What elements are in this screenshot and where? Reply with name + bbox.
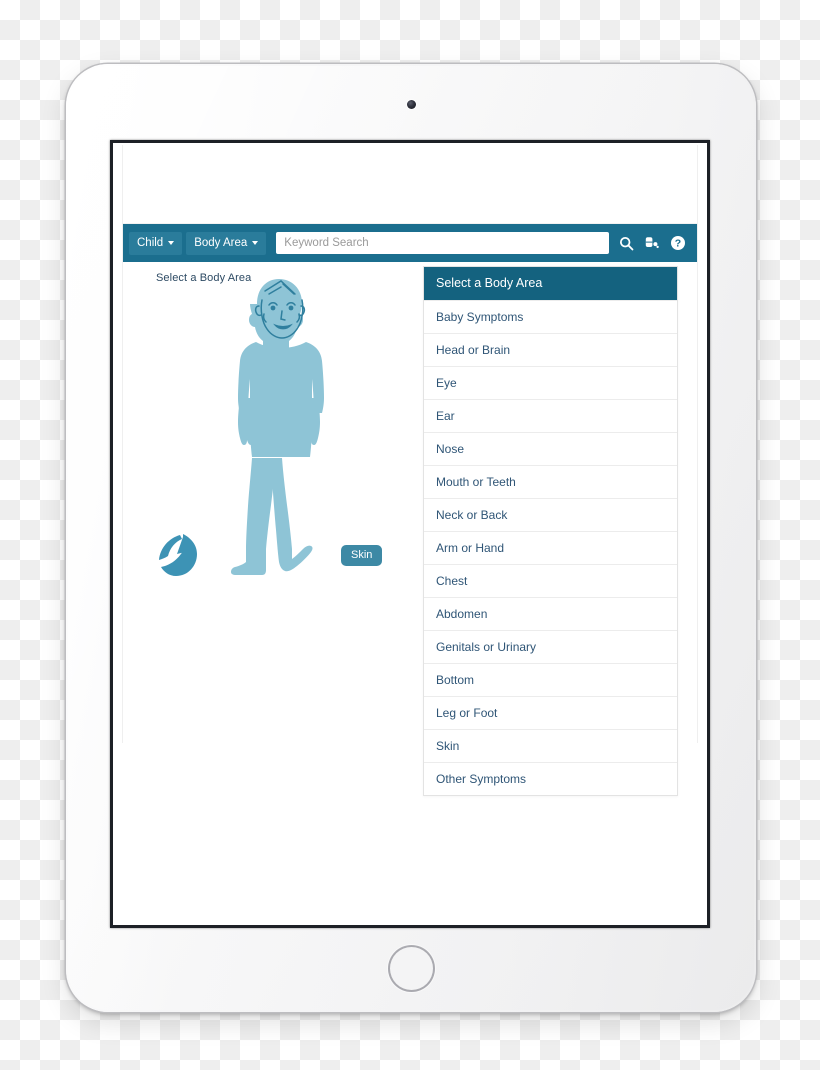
search-input[interactable]: Keyword Search	[276, 232, 609, 254]
list-item[interactable]: Skin	[424, 729, 677, 762]
list-item[interactable]: Mouth or Teeth	[424, 465, 677, 498]
screenshot-stage: Child Body Area Keyword Search ? Select …	[0, 0, 820, 1070]
list-item[interactable]: Eye	[424, 366, 677, 399]
home-button-circle-icon[interactable]	[387, 945, 435, 992]
chevron-down-icon	[168, 240, 175, 245]
skin-hotspot-button[interactable]: Skin	[341, 545, 383, 566]
audience-dropdown-label: Child	[137, 236, 164, 249]
list-item[interactable]: Leg or Foot	[424, 696, 677, 729]
list-item[interactable]: Ear	[424, 399, 677, 432]
tablet-device: Child Body Area Keyword Search ? Select …	[66, 64, 756, 1012]
search-input-placeholder: Keyword Search	[284, 237, 369, 249]
list-item[interactable]: Arm or Hand	[424, 531, 677, 564]
body-area-list: Select a Body Area Baby Symptoms Head or…	[423, 266, 678, 796]
audience-dropdown-button[interactable]: Child	[129, 231, 183, 255]
list-item[interactable]: Other Symptoms	[424, 762, 677, 795]
list-item[interactable]: Head or Brain	[424, 333, 677, 366]
body-area-dropdown-button[interactable]: Body Area	[186, 231, 267, 255]
screen-bezel: Child Body Area Keyword Search ? Select …	[110, 140, 710, 928]
list-item[interactable]: Nose	[424, 432, 677, 465]
list-item[interactable]: Genitals or Urinary	[424, 630, 677, 663]
rotate-figure-arrow-icon[interactable]	[155, 532, 199, 580]
list-item[interactable]: Bottom	[424, 663, 677, 696]
svg-text:?: ?	[675, 238, 681, 250]
search-icon[interactable]	[613, 230, 639, 256]
chevron-down-icon	[252, 240, 259, 245]
medication-pill-icon[interactable]	[639, 230, 665, 256]
body-area-dropdown-label: Body Area	[194, 236, 248, 249]
app-header-blank-area	[123, 145, 697, 224]
app-toolbar: Child Body Area Keyword Search ?	[123, 224, 697, 262]
app-content: Select a Body Area Skin Select a Body Ar…	[123, 262, 697, 796]
app-panel: Child Body Area Keyword Search ? Select …	[122, 145, 698, 796]
list-item[interactable]: Neck or Back	[424, 498, 677, 531]
list-item[interactable]: Abdomen	[424, 597, 677, 630]
child-body-figure[interactable]	[209, 270, 349, 580]
help-question-icon[interactable]: ?	[665, 230, 691, 256]
body-area-list-header: Select a Body Area	[424, 267, 677, 300]
list-item[interactable]: Chest	[424, 564, 677, 597]
list-item[interactable]: Baby Symptoms	[424, 300, 677, 333]
camera-dot-icon	[406, 100, 416, 109]
tablet-screen: Child Body Area Keyword Search ? Select …	[113, 143, 707, 925]
